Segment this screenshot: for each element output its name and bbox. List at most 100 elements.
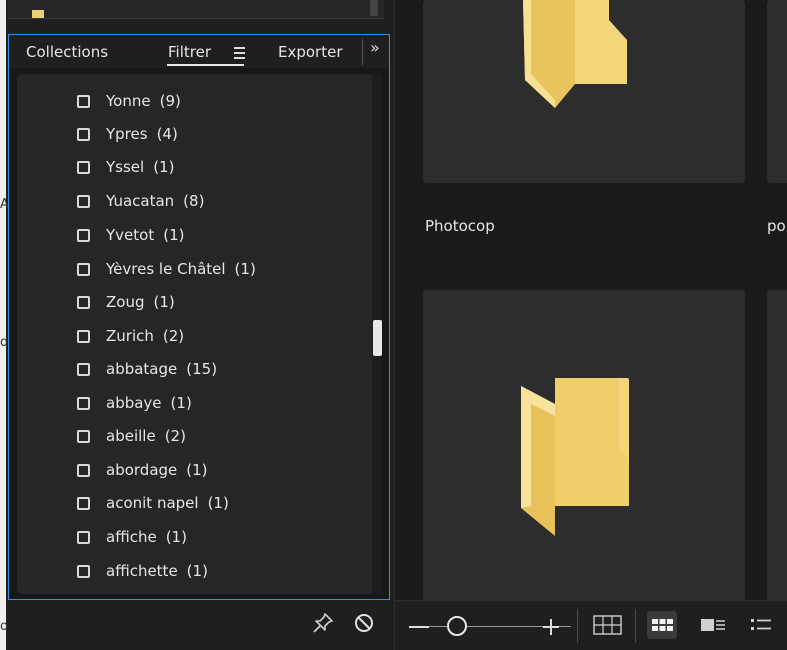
filter-checkbox[interactable] — [77, 496, 90, 510]
filter-count: (4) — [156, 125, 178, 143]
filter-count: (1) — [234, 260, 256, 278]
zoom-slider-knob[interactable] — [447, 616, 467, 636]
tab-filter[interactable]: Filtrer — [168, 43, 211, 61]
folder-thumbnail-partial[interactable] — [767, 0, 787, 183]
filter-row[interactable]: Zurich (2) — [77, 323, 184, 349]
filter-panel: A d o Collections Filtrer Exporter ›› Yo… — [0, 0, 394, 650]
window-edge — [0, 0, 6, 650]
filter-row[interactable]: affiche (1) — [77, 524, 187, 550]
filter-label: Ypres — [106, 125, 148, 143]
filter-label: abeille — [106, 427, 156, 445]
panel-tabs: Collections Filtrer Exporter ›› — [8, 34, 390, 68]
filter-row[interactable]: abbaye (1) — [77, 390, 192, 416]
filter-count: (1) — [186, 562, 208, 580]
filter-checkbox[interactable] — [77, 295, 90, 309]
filter-row[interactable]: Yonne (9) — [77, 88, 181, 114]
filter-label: Yuacatan — [106, 192, 175, 210]
filter-label: Yssel — [106, 158, 145, 176]
filter-count: (2) — [162, 327, 185, 345]
filter-row[interactable]: abbatage (15) — [77, 356, 217, 382]
filter-label: aconit napel — [106, 494, 199, 512]
filter-list: Yonne (9) Ypres (4) Yssel (1) Yuacatan (8) Yveto… — [17, 74, 375, 594]
filter-checkbox[interactable] — [77, 127, 90, 141]
list-scrollbar[interactable] — [372, 74, 382, 594]
filter-checkbox[interactable] — [77, 329, 90, 343]
edge-text-c: o — [0, 619, 8, 634]
filter-count: (1) — [165, 528, 187, 546]
filter-checkbox[interactable] — [77, 262, 90, 276]
no-entry-icon[interactable] — [353, 612, 375, 634]
filter-checkbox[interactable] — [77, 429, 90, 443]
thumbnail-label: po — [767, 217, 786, 235]
toolbar-divider — [635, 609, 636, 643]
filter-label: Yvetot — [106, 226, 155, 244]
active-tab-indicator — [167, 64, 244, 66]
filter-list-panel: Yonne (9) Ypres (4) Yssel (1) Yuacatan (8) Yveto… — [8, 68, 390, 600]
filter-label: Yèvres le Châtel — [106, 260, 226, 278]
filter-checkbox[interactable] — [77, 564, 90, 578]
folder-thumbnail-mini — [32, 10, 44, 18]
filter-label: abbatage — [106, 360, 178, 378]
filter-row[interactable]: Yvetot (1) — [77, 222, 184, 248]
top-scrollbar[interactable] — [370, 0, 378, 16]
filter-label: Zoug — [106, 293, 145, 311]
folder-thumbnail[interactable] — [423, 0, 745, 183]
filter-label: Yonne — [106, 92, 151, 110]
detail-view-icon[interactable] — [698, 611, 728, 639]
hamburger-icon[interactable] — [234, 47, 245, 62]
filter-row[interactable]: Yuacatan (8) — [77, 188, 204, 214]
pin-icon[interactable] — [312, 612, 334, 634]
filter-label: affichette — [106, 562, 178, 580]
filter-checkbox[interactable] — [77, 194, 90, 208]
top-strip — [8, 0, 384, 19]
filter-checkbox[interactable] — [77, 530, 90, 544]
filter-checkbox[interactable] — [77, 362, 90, 376]
filter-row[interactable]: abeille (2) — [77, 423, 186, 449]
filter-row[interactable]: aconit napel (1) — [77, 490, 229, 516]
filter-count: (9) — [159, 92, 181, 110]
filter-row[interactable]: Yssel (1) — [77, 154, 174, 180]
grid-large-icon[interactable] — [647, 611, 677, 639]
filter-count: (1) — [163, 226, 185, 244]
filter-label: abordage — [106, 461, 178, 479]
filter-row[interactable]: Ypres (4) — [77, 121, 178, 147]
filter-checkbox[interactable] — [77, 396, 90, 410]
filter-checkbox[interactable] — [77, 94, 90, 108]
filter-checkbox[interactable] — [77, 228, 90, 242]
filter-count: (1) — [153, 158, 175, 176]
tabs-divider — [362, 39, 363, 65]
filter-row[interactable]: affichette (1) — [77, 558, 208, 584]
double-chevron-right-icon[interactable]: ›› — [370, 38, 380, 57]
filter-label: affiche — [106, 528, 157, 546]
filter-row[interactable]: agriculture(1) — [77, 591, 218, 594]
filter-count: (8) — [183, 192, 205, 210]
filter-count: (1) — [170, 394, 192, 412]
filter-checkbox[interactable] — [77, 160, 90, 174]
filter-checkbox[interactable] — [77, 463, 90, 477]
grid-small-icon[interactable] — [593, 611, 623, 639]
folder-icon — [523, 0, 627, 108]
filter-row[interactable]: abordage (1) — [77, 457, 208, 483]
tab-export[interactable]: Exporter — [278, 43, 343, 61]
filter-footer — [8, 600, 390, 650]
folder-thumbnail[interactable] — [423, 290, 745, 610]
plus-icon-vertical — [550, 619, 552, 635]
scrollbar-thumb[interactable] — [373, 320, 382, 356]
list-view-icon[interactable] — [747, 611, 777, 639]
thumbnail-grid: Photocop po — [394, 0, 787, 650]
filter-count: (1) — [153, 293, 175, 311]
filter-row[interactable]: Zoug (1) — [77, 289, 175, 315]
filter-label: abbaye — [106, 394, 162, 412]
thumbnail-label: Photocop — [425, 217, 495, 235]
filter-count: (2) — [164, 427, 186, 445]
filter-row[interactable]: Yèvres le Châtel (1) — [77, 256, 256, 282]
filter-label: Zurich — [106, 327, 154, 345]
folder-icon — [521, 378, 629, 536]
minus-icon[interactable] — [409, 626, 429, 628]
folder-thumbnail-partial[interactable] — [767, 290, 787, 610]
view-toolbar — [395, 600, 787, 650]
filter-count: (1) — [186, 461, 208, 479]
filter-count: (15) — [186, 360, 218, 378]
tab-collections[interactable]: Collections — [26, 43, 108, 61]
filter-count: (1) — [207, 494, 229, 512]
